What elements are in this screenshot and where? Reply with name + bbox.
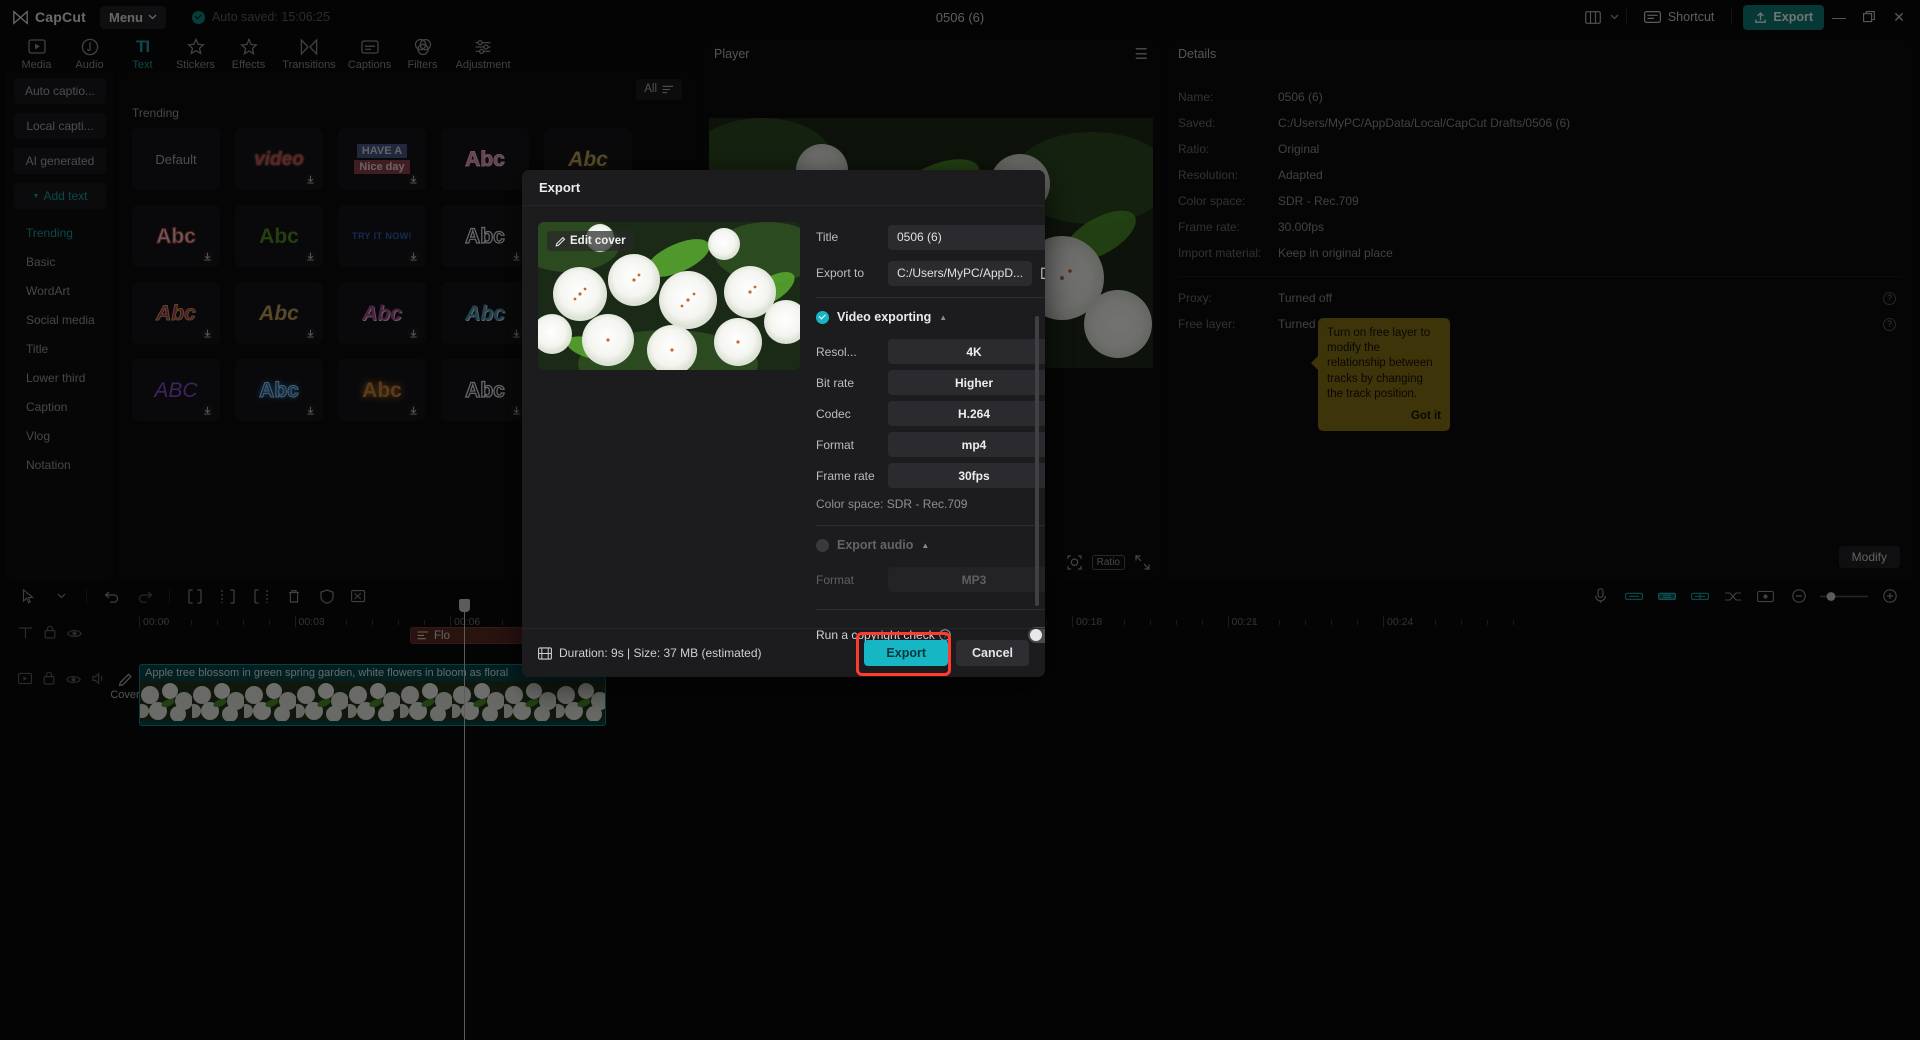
video-setting-row: Format mp4 ▼ [816,429,1045,460]
chevron-down-icon: ▼ [1043,471,1045,481]
setting-value: 30fps [958,468,990,483]
video-exporting-label: Video exporting [837,310,932,324]
export-audio-checkbox[interactable] [816,538,829,552]
setting-value: H.264 [958,406,991,421]
browse-folder-button[interactable] [1038,261,1045,285]
export-audio-section-title: Export audio ▲ [816,538,1045,552]
codec-select[interactable]: H.264 ▼ [888,401,1045,426]
export-modal-title: Export [522,170,1045,206]
edit-cover-label: Edit cover [570,235,626,247]
setting-value: Higher [955,375,994,390]
video-setting-row: Frame rate 30fps ▼ [816,460,1045,491]
setting-label: Codec [816,406,851,421]
setting-value: MP3 [961,572,987,587]
video-exporting-section-title: Video exporting ▲ [816,310,1045,324]
frame-rate-select[interactable]: 30fps ▼ [888,463,1045,488]
export-confirm-button[interactable]: Export [864,640,948,666]
video-setting-row: Resol... 4K ▼ [816,336,1045,367]
field-label: Title [816,230,839,244]
setting-value: mp4 [961,437,987,452]
chevron-up-icon[interactable]: ▲ [921,541,929,550]
format-select[interactable]: mp4 ▼ [888,432,1045,457]
audio-format-select[interactable]: MP3 ▼ [888,567,1045,592]
setting-label: Format [816,437,855,452]
audio-setting-row: Format MP3 ▼ [816,564,1045,595]
duration-info: Duration: 9s | Size: 37 MB (estimated) [538,646,762,660]
divider [816,297,1045,298]
export-modal: Export Edit cover Title 0506 (6) Export … [522,170,1045,677]
video-exporting-checkbox[interactable] [816,310,829,324]
divider [816,609,1045,610]
title-input[interactable]: 0506 (6) [888,224,1045,250]
chevron-down-icon: ▼ [1043,440,1045,450]
export-form: Title 0506 (6) Export to C:/Users/MyPC/AppD… [816,222,1045,643]
cover-thumbnail: Edit cover [538,222,800,370]
export-field-row: Title 0506 (6) [816,222,1045,252]
setting-label: Format [816,572,855,587]
export-modal-body: Edit cover Title 0506 (6) Export to C:/User… [522,206,1045,643]
cancel-button[interactable]: Cancel [956,640,1029,666]
setting-label: Resol... [816,344,857,359]
edit-pencil-icon [555,236,566,246]
export-to-input[interactable]: C:/Users/MyPC/AppD... [888,260,1033,286]
duration-info-label: Duration: 9s | Size: 37 MB (estimated) [559,646,762,660]
export-modal-footer: Duration: 9s | Size: 37 MB (estimated) E… [522,628,1045,677]
chevron-down-icon: ▼ [1043,347,1045,357]
chevron-down-icon: ▼ [1043,409,1045,419]
setting-label: Bit rate [816,375,855,390]
edit-cover-button[interactable]: Edit cover [547,231,634,251]
chevron-down-icon: ▼ [1043,575,1045,585]
color-space-note: Color space: SDR - Rec.709 [816,497,968,511]
bit-rate-select[interactable]: Higher ▼ [888,370,1045,395]
field-label: Export to [816,266,865,280]
video-setting-row: Codec H.264 ▼ [816,398,1045,429]
export-audio-label: Export audio [837,538,914,552]
export-field-row: Export to C:/Users/MyPC/AppD... [816,258,1045,288]
chevron-up-icon[interactable]: ▲ [939,313,947,322]
resol-select[interactable]: 4K ▼ [888,339,1045,364]
setting-value: 4K [966,344,982,359]
video-setting-row: Bit rate Higher ▼ [816,367,1045,398]
footer-buttons: Export Cancel [856,632,1029,676]
divider [816,525,1045,526]
film-icon [538,646,552,660]
setting-label: Frame rate [816,468,875,483]
chevron-down-icon: ▼ [1043,378,1045,388]
modal-scrollbar[interactable] [1035,316,1039,606]
